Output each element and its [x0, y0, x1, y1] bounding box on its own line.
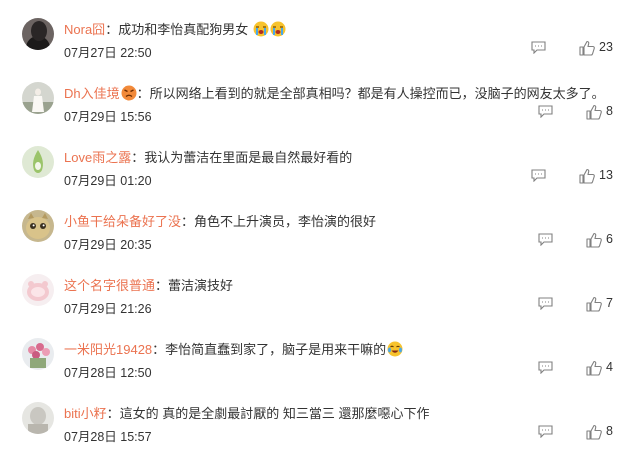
comment-item: Love雨之露：我认为蕾洁在里面是最自然最好看的 07月29日 01:20 13: [0, 146, 638, 210]
comment-item: 小鱼干给朵备好了没：角色不上升演员，李怡演的很好 07月29日 20:35 6: [0, 210, 638, 274]
avatar[interactable]: [22, 82, 54, 114]
comment-text: 角色不上升演员，李怡演的很好: [194, 214, 377, 229]
comment-timestamp: 07月27日 22:50: [64, 46, 152, 60]
thumbs-up-icon[interactable]: [586, 424, 602, 440]
avatar[interactable]: [22, 210, 54, 242]
avatar[interactable]: [22, 146, 54, 178]
crying-face-emoji: [253, 21, 269, 37]
like-count: 23: [599, 40, 613, 54]
username-link[interactable]: Dh入佳境: [64, 86, 120, 101]
comment-item: Dh入佳境 ：所以网络上看到的就是全部真相吗？都是有人操控而已，没脑子的网友太多了…: [0, 82, 638, 146]
username-link[interactable]: Love雨之露: [64, 150, 131, 165]
reply-icon[interactable]: [538, 297, 553, 310]
like-count: 6: [606, 232, 613, 246]
avatar[interactable]: [22, 18, 54, 50]
comment-text: 這女的 真的是全劇最討厭的 知三當三 還那麼噁心下作: [119, 406, 430, 421]
comment-text: 蕾洁演技好: [168, 278, 234, 293]
thumbs-up-icon[interactable]: [586, 104, 602, 120]
like-count: 8: [606, 424, 613, 438]
reply-icon[interactable]: [531, 169, 546, 182]
reply-icon[interactable]: [538, 425, 553, 438]
thumbs-up-icon[interactable]: [579, 40, 595, 56]
like-count: 13: [599, 168, 613, 182]
reply-icon[interactable]: [531, 41, 546, 54]
angry-face-emoji: [121, 85, 137, 101]
comment-item: 一米阳光19428：李怡简直蠢到家了，脑子是用来干嘛的 07月28日 12:50…: [0, 338, 638, 402]
username-link[interactable]: biti小籽: [64, 406, 107, 421]
comment-text: 我认为蕾洁在里面是最自然最好看的: [144, 150, 353, 165]
username-link[interactable]: 这个名字很普通: [64, 278, 155, 293]
comment-timestamp: 07月29日 20:35: [64, 238, 152, 252]
like-count: 8: [606, 104, 613, 118]
comment-timestamp: 07月29日 01:20: [64, 174, 152, 188]
comment-text: 李怡简直蠢到家了，脑子是用来干嘛的: [165, 342, 387, 357]
avatar[interactable]: [22, 402, 54, 434]
reply-icon[interactable]: [538, 105, 553, 118]
reply-icon[interactable]: [538, 361, 553, 374]
comment-timestamp: 07月28日 15:57: [64, 430, 152, 444]
username-link[interactable]: Nora囧: [64, 22, 105, 37]
comment-item: 这个名字很普通：蕾洁演技好 07月29日 21:26 7: [0, 274, 638, 338]
username-link[interactable]: 一米阳光19428: [64, 342, 152, 357]
comment-text: 所以网络上看到的就是全部真相吗？都是有人操控而已，没脑子的网友太多了。: [149, 86, 605, 101]
comment-timestamp: 07月29日 21:26: [64, 302, 152, 316]
reply-icon[interactable]: [538, 233, 553, 246]
like-count: 4: [606, 360, 613, 374]
crying-laughing-emoji: [387, 341, 403, 357]
crying-face-emoji: [270, 21, 286, 37]
separator-colon: ：: [181, 214, 195, 229]
like-count: 7: [606, 296, 613, 310]
comment-timestamp: 07月28日 12:50: [64, 366, 152, 380]
thumbs-up-icon[interactable]: [586, 360, 602, 376]
username-link[interactable]: 小鱼干给朵备好了没: [64, 214, 181, 229]
comment-text: 成功和李怡真配狗男女: [118, 22, 249, 37]
thumbs-up-icon[interactable]: [579, 168, 595, 184]
thumbs-up-icon[interactable]: [586, 296, 602, 312]
separator-colon: ：: [106, 406, 120, 421]
separator-colon: ：: [152, 342, 166, 357]
separator-colon: ：: [131, 150, 145, 165]
avatar[interactable]: [22, 274, 54, 306]
separator-colon: ：: [136, 86, 150, 101]
thumbs-up-icon[interactable]: [586, 232, 602, 248]
separator-colon: ：: [155, 278, 169, 293]
comment-item: Nora囧：成功和李怡真配狗男女 07月27日 22:50 23: [0, 18, 638, 82]
comment-timestamp: 07月29日 15:56: [64, 110, 152, 124]
avatar[interactable]: [22, 338, 54, 370]
separator-colon: ：: [105, 22, 119, 37]
comment-item: biti小籽：這女的 真的是全劇最討厭的 知三當三 還那麼噁心下作 07月28日…: [0, 402, 638, 466]
